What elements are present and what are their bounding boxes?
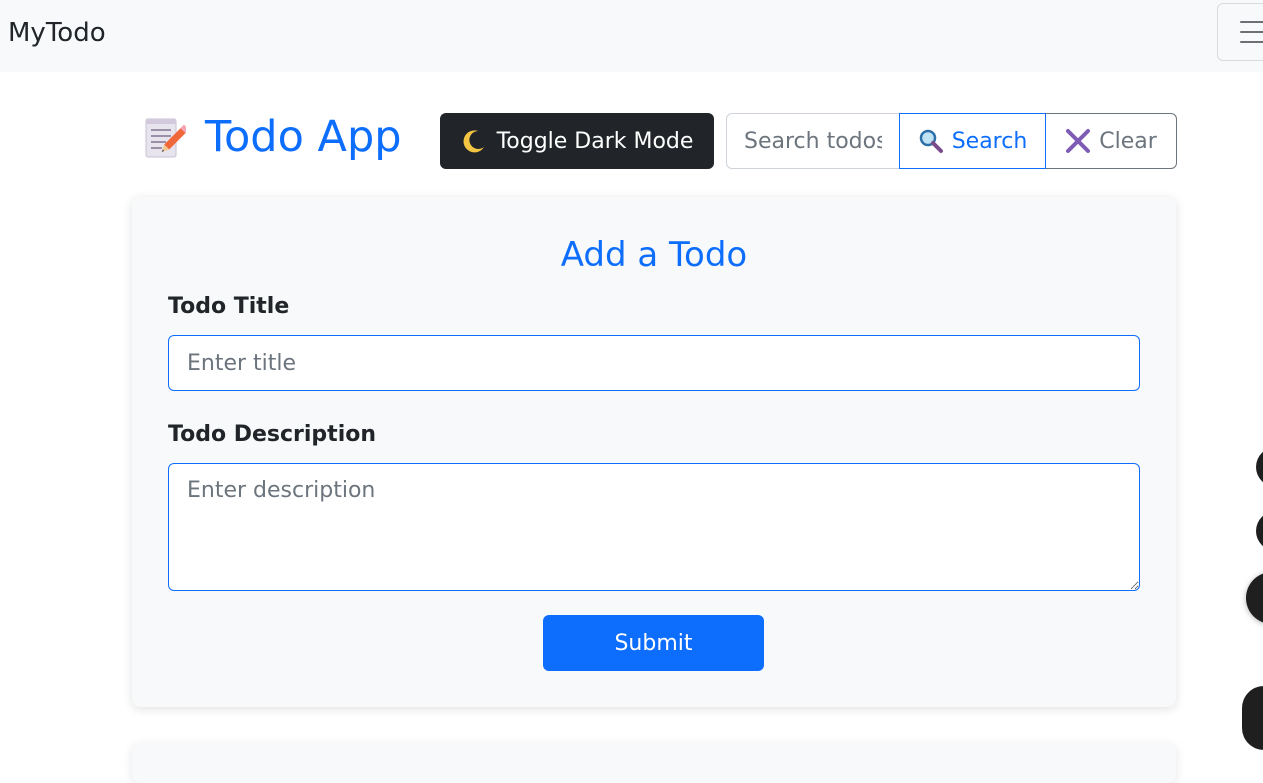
search-group: Search Clear	[726, 113, 1177, 169]
memo-pencil-icon	[145, 118, 186, 158]
crescent-moon-icon	[463, 130, 484, 153]
clear-button[interactable]: Clear	[1046, 113, 1177, 169]
todo-title-label: Todo Title	[168, 294, 290, 319]
submit-button[interactable]: Submit	[543, 615, 764, 671]
navbar-brand[interactable]: MyTodo	[8, 15, 106, 51]
cross-mark-icon	[1066, 129, 1091, 153]
floating-action-button[interactable]	[1242, 686, 1263, 750]
todo-description-textarea[interactable]	[168, 463, 1140, 591]
navbar: MyTodo	[0, 0, 1263, 72]
floating-action-button[interactable]	[1246, 572, 1263, 624]
magnifier-icon	[919, 129, 943, 153]
todo-title-input[interactable]	[168, 335, 1140, 391]
page-title: Todo App	[205, 112, 402, 162]
toggle-dark-mode-button[interactable]: Toggle Dark Mode	[440, 113, 714, 169]
add-todo-heading: Add a Todo	[560, 235, 748, 275]
search-input[interactable]	[726, 113, 899, 169]
navbar-toggler-button[interactable]	[1217, 3, 1263, 61]
todo-list-card	[132, 743, 1176, 783]
floating-action-button[interactable]	[1256, 511, 1263, 551]
add-todo-card: Add a Todo Todo Title Todo Description S…	[132, 197, 1176, 707]
search-button[interactable]: Search	[899, 113, 1046, 169]
search-button-label: Search	[951, 128, 1028, 154]
clear-button-label: Clear	[1099, 128, 1157, 154]
toggle-dark-mode-label: Toggle Dark Mode	[496, 128, 694, 154]
floating-action-button[interactable]	[1256, 447, 1263, 487]
todo-description-label: Todo Description	[168, 422, 377, 447]
